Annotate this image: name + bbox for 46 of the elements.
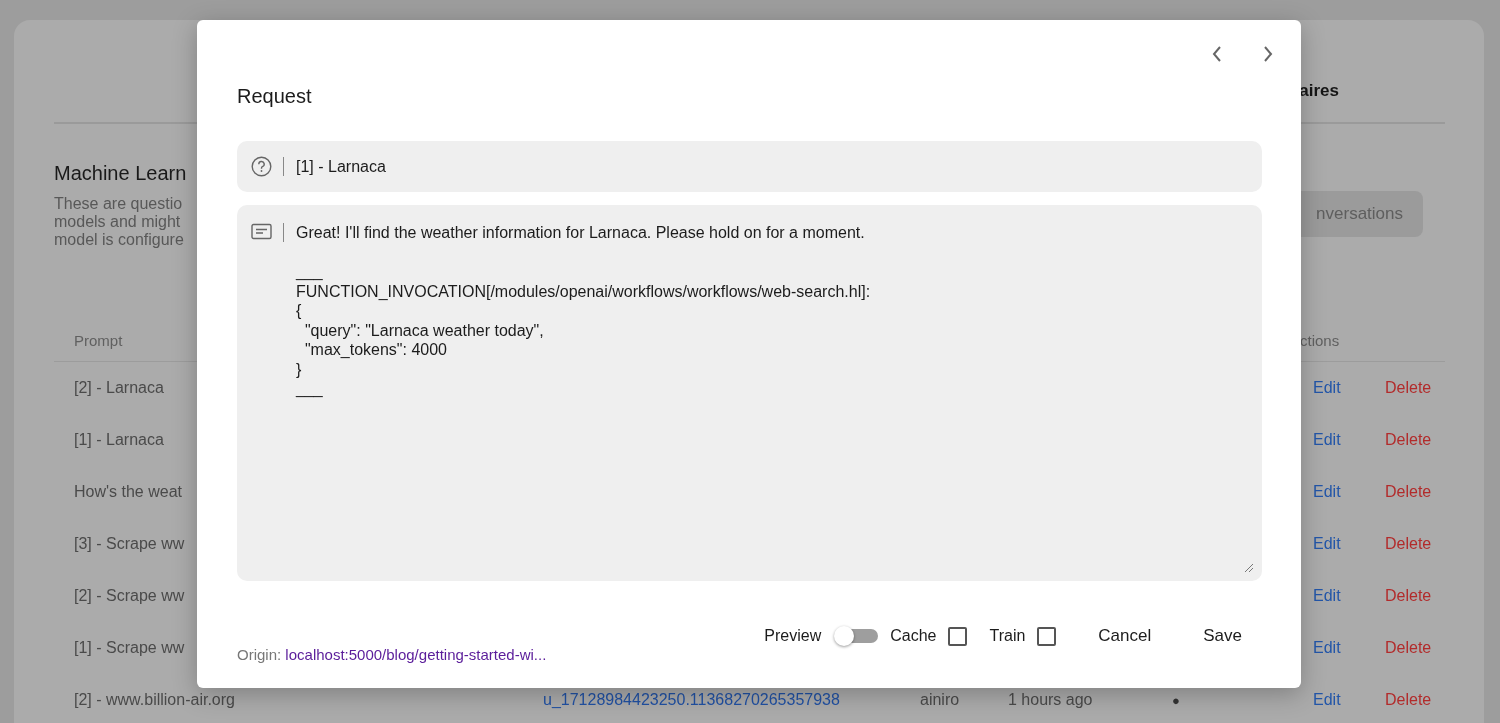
status-dot: ● (1172, 692, 1180, 708)
cache-label: Cache (890, 627, 937, 645)
tab[interactable]: aires (1299, 81, 1339, 101)
chevron-right-icon (1263, 46, 1273, 62)
edit-link[interactable]: Edit (1313, 639, 1341, 657)
table-cell: [1] - Larnaca (74, 431, 164, 449)
delete-link[interactable]: Delete (1385, 483, 1432, 501)
chevron-left-icon (1212, 46, 1222, 62)
table-cell: [2] - Larnaca (74, 379, 164, 397)
delete-link[interactable]: Delete (1385, 639, 1432, 657)
origin-text: Origin: localhost:5000/blog/getting-started-wi... (237, 646, 547, 664)
table-cell: How's the weat (74, 483, 182, 501)
preview-label: Preview (764, 627, 822, 645)
delete-link[interactable]: Delete (1385, 431, 1432, 449)
completion-field[interactable]: Great! I'll find the weather information for Larnaca. Please hold on for a moment. ___ FUNCTION_INVOCATION[/modules/openai/workflows/workflows/web-search.hl]: { "query": "Larnaca weather today", "max_tokens": 4000 } ___ (237, 205, 1262, 581)
section-heading: Machine Learn (54, 162, 187, 185)
prompt-field[interactable]: [1] - Larnaca (237, 141, 1262, 192)
preview-toggle[interactable] (834, 626, 879, 646)
table-cell: ainiro (920, 691, 960, 709)
train-label: Train (989, 627, 1026, 645)
delete-link[interactable]: Delete (1385, 535, 1432, 553)
edit-link[interactable]: Edit (1313, 535, 1341, 553)
edit-link[interactable]: Edit (1313, 379, 1341, 397)
delete-link[interactable]: Delete (1385, 379, 1432, 397)
help-icon (251, 156, 272, 177)
cancel-button[interactable]: Cancel (1078, 618, 1172, 654)
dialog-title: Request (237, 84, 312, 108)
origin-link[interactable]: localhost:5000/blog/getting-started-wi... (285, 646, 547, 663)
table-cell: [3] - Scrape ww (74, 535, 185, 553)
edit-link[interactable]: Edit (1313, 587, 1341, 605)
resize-handle-icon[interactable] (1244, 563, 1254, 573)
message-icon (251, 223, 272, 240)
edit-link[interactable]: Edit (1313, 691, 1341, 709)
delete-link[interactable]: Delete (1385, 587, 1432, 605)
edit-link[interactable]: Edit (1313, 431, 1341, 449)
table-cell: [2] - www.billion-air.org (74, 691, 235, 709)
table-cell: [2] - Scrape ww (74, 587, 185, 605)
table-cell: 1 hours ago (1008, 691, 1093, 709)
delete-link[interactable]: Delete (1385, 691, 1432, 709)
table-cell: [1] - Scrape ww (74, 639, 185, 657)
save-button[interactable]: Save (1183, 618, 1262, 654)
edit-link[interactable]: Edit (1313, 483, 1341, 501)
user-link[interactable]: u_17128984423250.11368270265357938 (543, 691, 840, 709)
section-description: These are questio models and might model is configure (54, 195, 185, 249)
checkbox[interactable] (1037, 626, 1057, 646)
checkbox[interactable] (948, 626, 968, 646)
